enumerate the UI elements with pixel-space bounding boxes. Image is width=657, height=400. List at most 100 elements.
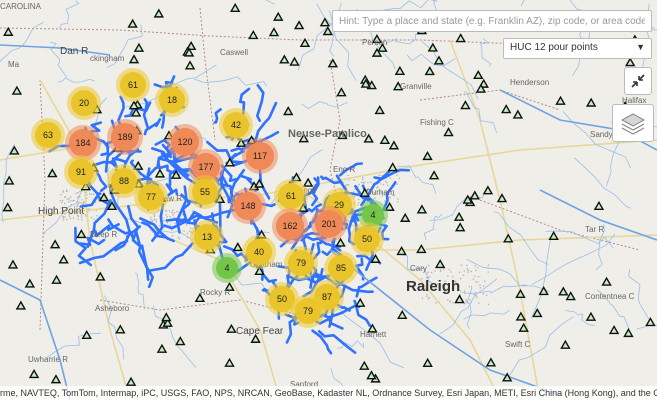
triangle-marker-icon[interactable]: [4, 175, 15, 185]
cluster-marker[interactable]: 88: [111, 168, 137, 194]
triangle-marker-icon[interactable]: [170, 169, 182, 179]
triangle-marker-icon[interactable]: [454, 294, 465, 304]
triangle-marker-icon[interactable]: [115, 324, 126, 334]
triangle-marker-icon[interactable]: [153, 8, 165, 18]
cluster-marker[interactable]: 117: [246, 142, 274, 170]
triangle-marker-icon[interactable]: [558, 286, 569, 296]
triangle-marker-icon[interactable]: [515, 288, 526, 299]
triangle-marker-icon[interactable]: [503, 233, 514, 243]
triangle-marker-icon[interactable]: [454, 222, 466, 232]
triangle-marker-icon[interactable]: [601, 276, 612, 286]
layers-button[interactable]: [612, 104, 654, 142]
triangle-marker-icon[interactable]: [608, 325, 620, 335]
cluster-marker[interactable]: 177: [192, 153, 220, 181]
triangle-marker-icon[interactable]: [2, 202, 13, 212]
cluster-marker[interactable]: 4: [216, 257, 238, 279]
triangle-marker-icon[interactable]: [555, 95, 566, 105]
cluster-marker[interactable]: 18: [159, 87, 185, 113]
triangle-marker-icon[interactable]: [248, 30, 259, 40]
cluster-marker[interactable]: 79: [295, 298, 321, 324]
triangle-marker-icon[interactable]: [132, 160, 144, 170]
cluster-marker[interactable]: 42: [223, 112, 249, 138]
triangle-marker-icon[interactable]: [645, 317, 656, 327]
triangle-marker-icon[interactable]: [322, 26, 334, 36]
triangle-marker-icon[interactable]: [482, 185, 494, 195]
cluster-marker[interactable]: 20: [71, 90, 97, 116]
cluster-marker[interactable]: 40: [246, 239, 272, 265]
triangle-marker-icon[interactable]: [289, 56, 300, 66]
triangle-marker-icon[interactable]: [28, 368, 40, 379]
triangle-marker-icon[interactable]: [224, 357, 235, 367]
triangle-marker-icon[interactable]: [548, 230, 559, 240]
triangle-marker-icon[interactable]: [98, 192, 110, 202]
triangle-marker-icon[interactable]: [370, 253, 381, 263]
triangle-marker-icon[interactable]: [374, 105, 385, 115]
triangle-marker-icon[interactable]: [422, 357, 433, 367]
triangle-marker-icon[interactable]: [354, 297, 366, 307]
map-canvas[interactable]: CAROLINA Dan R Ma ckingham Caswell Person Gran…: [0, 0, 657, 400]
search-input[interactable]: [333, 11, 651, 32]
triangle-marker-icon[interactable]: [512, 109, 524, 119]
triangle-marker-icon[interactable]: [399, 212, 411, 222]
triangle-marker-icon[interactable]: [469, 190, 481, 200]
triangle-marker-icon[interactable]: [161, 312, 172, 322]
triangle-marker-icon[interactable]: [336, 87, 347, 97]
cluster-marker[interactable]: 50: [269, 286, 295, 312]
cluster-marker[interactable]: 13: [194, 224, 220, 250]
triangle-marker-icon[interactable]: [388, 140, 400, 150]
triangle-marker-icon[interactable]: [293, 20, 305, 30]
cluster-marker[interactable]: 79: [288, 250, 314, 276]
triangle-marker-icon[interactable]: [154, 168, 166, 178]
triangle-marker-icon[interactable]: [11, 85, 23, 95]
triangle-marker-icon[interactable]: [422, 150, 433, 161]
triangle-marker-icon[interactable]: [387, 162, 398, 172]
triangle-marker-icon[interactable]: [379, 134, 391, 144]
triangle-marker-icon[interactable]: [302, 177, 314, 187]
triangle-marker-icon[interactable]: [319, 17, 331, 27]
triangle-marker-icon[interactable]: [185, 40, 197, 51]
triangle-marker-icon[interactable]: [359, 360, 370, 370]
triangle-marker-icon[interactable]: [501, 372, 513, 382]
triangle-marker-icon[interactable]: [532, 307, 543, 318]
triangle-marker-icon[interactable]: [473, 69, 484, 80]
triangle-marker-icon[interactable]: [133, 42, 145, 52]
cluster-marker[interactable]: 63: [35, 122, 61, 148]
triangle-marker-icon[interactable]: [585, 97, 597, 107]
cluster-marker[interactable]: 201: [315, 210, 343, 238]
huc-select[interactable]: HUC 12 pour points ▼: [503, 38, 652, 59]
triangle-marker-icon[interactable]: [125, 376, 137, 386]
triangle-marker-icon[interactable]: [453, 211, 465, 221]
triangle-marker-icon[interactable]: [283, 106, 294, 116]
triangle-marker-icon[interactable]: [538, 286, 549, 296]
cluster-marker[interactable]: 55: [192, 179, 218, 205]
cluster-marker[interactable]: 50: [354, 226, 380, 252]
triangle-marker-icon[interactable]: [455, 33, 466, 43]
triangle-marker-icon[interactable]: [460, 100, 471, 110]
triangle-marker-icon[interactable]: [424, 66, 435, 76]
triangle-marker-icon[interactable]: [560, 339, 571, 349]
triangle-marker-icon[interactable]: [416, 244, 427, 254]
fullscreen-button[interactable]: [624, 67, 652, 95]
triangle-marker-icon[interactable]: [235, 137, 247, 147]
triangle-marker-icon[interactable]: [51, 274, 62, 284]
cluster-marker[interactable]: 162: [276, 212, 304, 240]
triangle-marker-icon[interactable]: [224, 157, 236, 167]
cluster-marker[interactable]: 189: [111, 123, 139, 151]
triangle-marker-icon[interactable]: [130, 107, 142, 117]
triangle-marker-icon[interactable]: [396, 246, 407, 256]
triangle-marker-icon[interactable]: [434, 259, 446, 269]
triangle-marker-icon[interactable]: [585, 311, 597, 321]
triangle-marker-icon[interactable]: [7, 259, 19, 269]
triangle-marker-icon[interactable]: [47, 168, 58, 178]
triangle-marker-icon[interactable]: [273, 11, 284, 21]
triangle-marker-icon[interactable]: [397, 309, 408, 319]
triangle-marker-icon[interactable]: [175, 336, 186, 346]
triangle-marker-icon[interactable]: [184, 60, 196, 70]
triangle-marker-icon[interactable]: [229, 2, 241, 12]
triangle-marker-icon[interactable]: [416, 204, 428, 214]
cluster-marker[interactable]: 85: [328, 255, 354, 281]
triangle-marker-icon[interactable]: [515, 311, 527, 321]
triangle-marker-icon[interactable]: [268, 27, 280, 37]
triangle-marker-icon[interactable]: [95, 271, 106, 281]
triangle-marker-icon[interactable]: [327, 58, 339, 68]
